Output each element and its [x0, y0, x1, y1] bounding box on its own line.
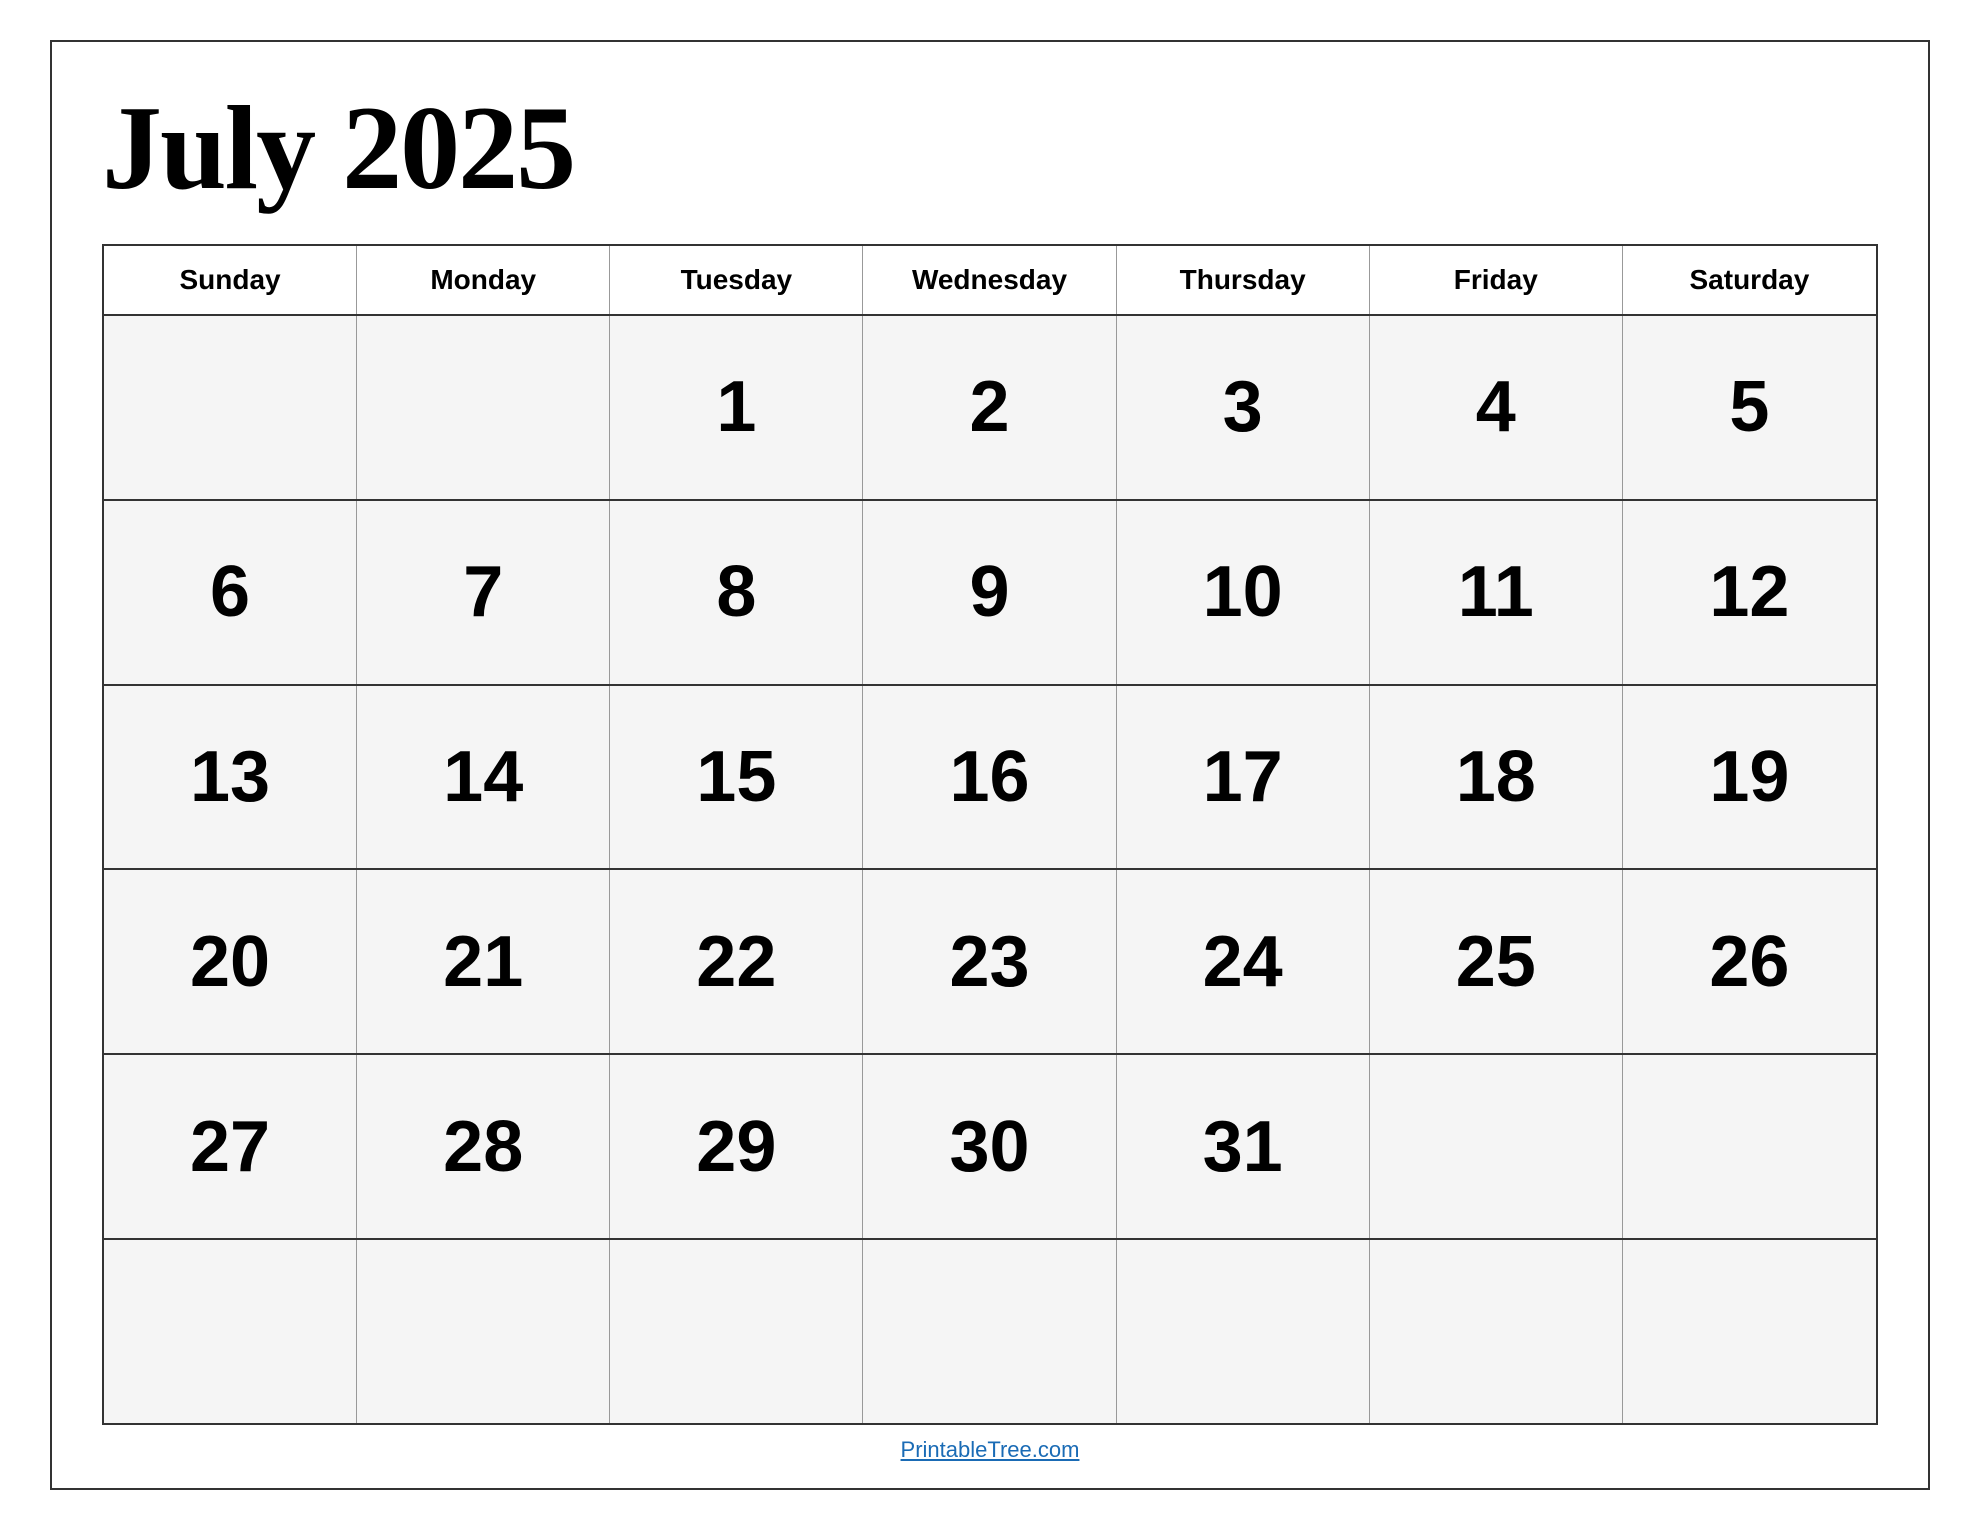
week-row-1: 1 2 3 4 5 [104, 316, 1876, 501]
week-row-5: 27 28 29 30 31 [104, 1055, 1876, 1240]
day-cell-23: 23 [863, 870, 1116, 1053]
calendar-grid: SundayMondayTuesdayWednesdayThursdayFrid… [102, 244, 1878, 1425]
day-number: 31 [1203, 1111, 1283, 1183]
day-number: 14 [443, 741, 523, 813]
day-cell-empty [610, 1240, 863, 1423]
day-number: 8 [716, 556, 756, 628]
day-cell-15: 15 [610, 686, 863, 869]
day-number: 24 [1203, 926, 1283, 998]
day-number: 2 [969, 371, 1009, 443]
day-number: 25 [1456, 926, 1536, 998]
day-cell-6: 6 [104, 501, 357, 684]
week-row-3: 13 14 15 16 17 18 19 [104, 686, 1876, 871]
day-number: 16 [949, 741, 1029, 813]
day-cell-empty [1370, 1240, 1623, 1423]
day-cell-31: 31 [1117, 1055, 1370, 1238]
day-cell-13: 13 [104, 686, 357, 869]
week-row-4: 20 21 22 23 24 25 26 [104, 870, 1876, 1055]
day-number: 15 [696, 741, 776, 813]
day-number: 9 [969, 556, 1009, 628]
day-number: 28 [443, 1111, 523, 1183]
day-cell-empty [357, 316, 610, 499]
day-cell-empty [1623, 1240, 1876, 1423]
day-number: 27 [190, 1111, 270, 1183]
day-header-tuesday: Tuesday [610, 246, 863, 314]
day-number: 29 [696, 1111, 776, 1183]
day-cell-5: 5 [1623, 316, 1876, 499]
day-cell-17: 17 [1117, 686, 1370, 869]
day-number: 5 [1729, 371, 1769, 443]
day-cell-empty [104, 1240, 357, 1423]
day-cell-20: 20 [104, 870, 357, 1053]
day-header-monday: Monday [357, 246, 610, 314]
day-cell-empty [1117, 1240, 1370, 1423]
day-cell-11: 11 [1370, 501, 1623, 684]
day-cell-9: 9 [863, 501, 1116, 684]
day-cell-8: 8 [610, 501, 863, 684]
day-cell-10: 10 [1117, 501, 1370, 684]
day-cell-7: 7 [357, 501, 610, 684]
day-cell-empty [1370, 1055, 1623, 1238]
day-number: 1 [716, 371, 756, 443]
day-cell-29: 29 [610, 1055, 863, 1238]
day-number: 22 [696, 926, 776, 998]
day-number: 3 [1223, 371, 1263, 443]
day-header-thursday: Thursday [1117, 246, 1370, 314]
day-cell-21: 21 [357, 870, 610, 1053]
day-number: 7 [463, 556, 503, 628]
day-cell-empty [1623, 1055, 1876, 1238]
day-cell-28: 28 [357, 1055, 610, 1238]
week-row-6 [104, 1240, 1876, 1423]
day-number: 26 [1709, 926, 1789, 998]
day-number: 4 [1476, 371, 1516, 443]
day-number: 19 [1709, 741, 1789, 813]
day-headers-row: SundayMondayTuesdayWednesdayThursdayFrid… [104, 246, 1876, 316]
day-number: 21 [443, 926, 523, 998]
day-number: 10 [1203, 556, 1283, 628]
day-cell-4: 4 [1370, 316, 1623, 499]
day-number: 6 [210, 556, 250, 628]
day-cell-12: 12 [1623, 501, 1876, 684]
day-header-friday: Friday [1370, 246, 1623, 314]
week-row-2: 6 7 8 9 10 11 12 [104, 501, 1876, 686]
footer: PrintableTree.com [102, 1425, 1878, 1468]
day-number: 12 [1709, 556, 1789, 628]
footer-link[interactable]: PrintableTree.com [901, 1437, 1080, 1462]
day-cell-22: 22 [610, 870, 863, 1053]
day-cell-25: 25 [1370, 870, 1623, 1053]
day-cell-27: 27 [104, 1055, 357, 1238]
day-cell-2: 2 [863, 316, 1116, 499]
day-number: 13 [190, 741, 270, 813]
calendar-title: July 2025 [102, 82, 1878, 214]
day-number: 11 [1458, 556, 1534, 628]
day-cell-14: 14 [357, 686, 610, 869]
day-header-sunday: Sunday [104, 246, 357, 314]
day-cell-3: 3 [1117, 316, 1370, 499]
calendar-page: July 2025 SundayMondayTuesdayWednesdayTh… [50, 40, 1930, 1490]
weeks-container: 1234567891011121314151617181920212223242… [104, 316, 1876, 1423]
day-number: 23 [949, 926, 1029, 998]
day-cell-empty [104, 316, 357, 499]
day-cell-empty [863, 1240, 1116, 1423]
day-cell-24: 24 [1117, 870, 1370, 1053]
day-cell-19: 19 [1623, 686, 1876, 869]
day-header-wednesday: Wednesday [863, 246, 1116, 314]
day-number: 17 [1203, 741, 1283, 813]
day-cell-18: 18 [1370, 686, 1623, 869]
day-cell-26: 26 [1623, 870, 1876, 1053]
day-cell-empty [357, 1240, 610, 1423]
day-header-saturday: Saturday [1623, 246, 1876, 314]
day-cell-30: 30 [863, 1055, 1116, 1238]
day-cell-16: 16 [863, 686, 1116, 869]
day-number: 18 [1456, 741, 1536, 813]
day-number: 20 [190, 926, 270, 998]
day-cell-1: 1 [610, 316, 863, 499]
day-number: 30 [949, 1111, 1029, 1183]
